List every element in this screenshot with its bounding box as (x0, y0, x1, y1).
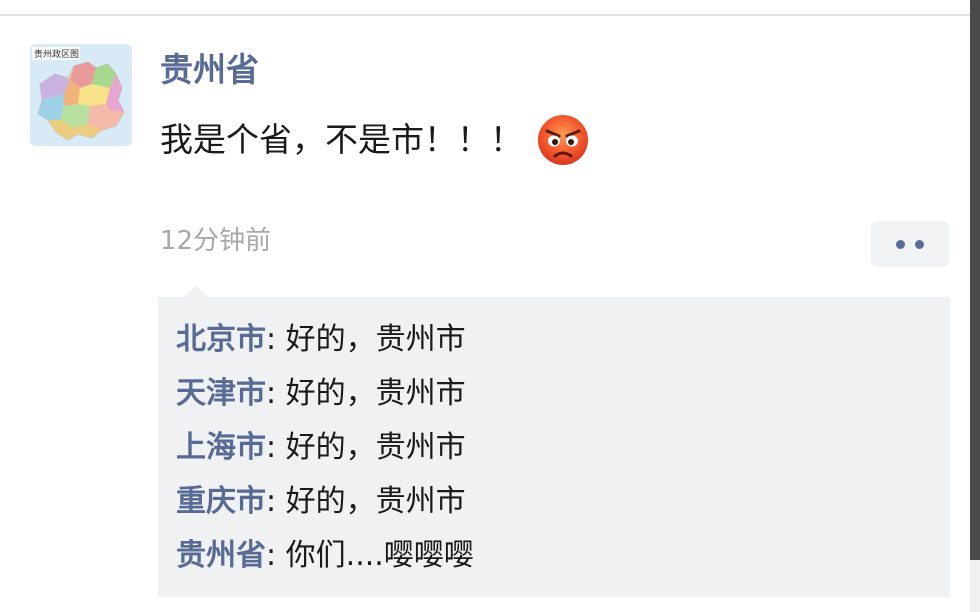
angry-face-icon (538, 115, 588, 165)
comment-box-pointer (184, 285, 208, 297)
scrollbar-end (970, 560, 980, 612)
comment-separator: : (266, 322, 286, 357)
comment-separator: : (266, 538, 286, 573)
comment-item: 重庆市: 好的，贵州市 (176, 475, 932, 529)
map-avatar-icon: 贵州政区图 (30, 44, 132, 146)
comments-panel: 北京市: 好的，贵州市 天津市: 好的，贵州市 上海市: 好的，贵州市 重庆市:… (158, 297, 950, 597)
post-author-name[interactable]: 贵州省 (160, 50, 259, 90)
comment-text: 你们....嘤嘤嘤 (285, 538, 474, 573)
comment-author[interactable]: 北京市 (176, 322, 266, 357)
more-dots-icon (915, 239, 924, 249)
comment-item: 上海市: 好的，贵州市 (176, 421, 932, 475)
comment-author[interactable]: 贵州省 (176, 538, 266, 573)
avatar-map-label: 贵州政区图 (34, 48, 79, 60)
more-dots-icon (896, 239, 905, 249)
comment-text: 好的，贵州市 (285, 430, 466, 465)
comment-author[interactable]: 上海市 (176, 430, 266, 465)
post-timestamp: 12分钟前 (160, 226, 272, 256)
comment-author[interactable]: 重庆市 (176, 484, 266, 519)
more-actions-button[interactable] (871, 221, 949, 267)
comment-text: 好的，贵州市 (285, 376, 466, 411)
post-text: 我是个省，不是市！！！ (160, 120, 523, 159)
scrollbar-track (970, 0, 980, 560)
comment-text: 好的，贵州市 (285, 484, 466, 519)
comment-item: 北京市: 好的，贵州市 (176, 313, 932, 367)
avatar[interactable]: 贵州政区图 (30, 44, 132, 146)
comment-text: 好的，贵州市 (285, 322, 466, 357)
comment-separator: : (266, 430, 286, 465)
comment-separator: : (266, 376, 286, 411)
post-content: 我是个省，不是市！！！ (160, 114, 589, 166)
comment-item: 贵州省: 你们....嘤嘤嘤 (176, 529, 932, 583)
top-divider (0, 14, 972, 16)
comment-separator: : (266, 484, 286, 519)
comment-item: 天津市: 好的，贵州市 (176, 367, 932, 421)
comment-author[interactable]: 天津市 (176, 376, 266, 411)
